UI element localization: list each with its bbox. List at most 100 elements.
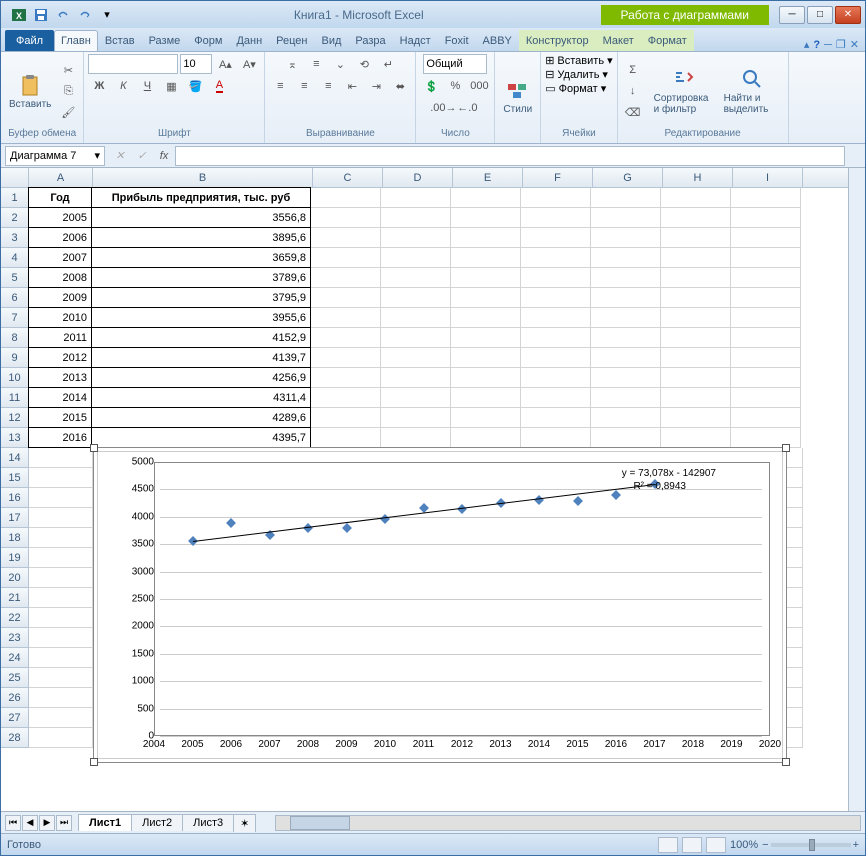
cell[interactable] [311, 188, 381, 208]
cell[interactable] [381, 388, 451, 408]
enter-formula-icon[interactable]: ✓ [131, 146, 153, 166]
rowhead[interactable]: 18 [1, 528, 29, 548]
rowhead[interactable]: 16 [1, 488, 29, 508]
cell[interactable]: 4395,7 [91, 427, 311, 448]
tab-view[interactable]: Вид [315, 30, 349, 51]
rowhead[interactable]: 27 [1, 708, 29, 728]
cell[interactable] [311, 288, 381, 308]
cell[interactable] [311, 408, 381, 428]
ribbon-minimize-icon[interactable]: ▴ [804, 38, 810, 51]
colhead-C[interactable]: C [313, 168, 383, 187]
cell[interactable] [661, 388, 731, 408]
sheet-nav-first-icon[interactable]: ⏮ [5, 815, 21, 831]
chart-handle-nw[interactable] [90, 444, 98, 452]
fill-icon[interactable]: ↓ [622, 81, 644, 101]
cell[interactable] [521, 268, 591, 288]
styles-button[interactable]: Стили [499, 76, 536, 117]
view-normal-icon[interactable] [658, 837, 678, 853]
cell[interactable] [29, 548, 93, 568]
rowhead[interactable]: 20 [1, 568, 29, 588]
cell[interactable] [311, 308, 381, 328]
zoom-thumb[interactable] [809, 839, 815, 851]
cell[interactable] [381, 308, 451, 328]
cell[interactable] [731, 228, 801, 248]
cell[interactable] [521, 288, 591, 308]
tab-chart-format[interactable]: Формат [641, 30, 694, 51]
horizontal-scrollbar[interactable] [275, 815, 861, 831]
view-page-break-icon[interactable] [706, 837, 726, 853]
cell[interactable] [451, 408, 521, 428]
cell[interactable] [29, 728, 93, 748]
cell[interactable] [311, 328, 381, 348]
close-button[interactable]: ✕ [835, 6, 861, 24]
cell[interactable] [451, 268, 521, 288]
cut-icon[interactable]: ✂ [57, 60, 79, 80]
sheet-tab-2[interactable]: Лист2 [131, 814, 183, 831]
cell[interactable] [661, 408, 731, 428]
increase-decimal-icon[interactable]: .00→ [432, 98, 454, 118]
align-middle-icon[interactable]: ≡ [305, 54, 327, 74]
clear-icon[interactable]: ⌫ [622, 102, 644, 122]
zoom-level[interactable]: 100% [730, 839, 758, 851]
cell[interactable] [731, 268, 801, 288]
cell[interactable] [521, 408, 591, 428]
increase-font-icon[interactable]: A▴ [214, 54, 236, 74]
colhead-D[interactable]: D [383, 168, 453, 187]
orientation-icon[interactable]: ⟲ [353, 54, 375, 74]
cell[interactable] [521, 388, 591, 408]
merge-icon[interactable]: ⬌ [389, 76, 411, 96]
cell[interactable] [311, 268, 381, 288]
cell[interactable] [521, 208, 591, 228]
rowhead[interactable]: 1 [1, 188, 29, 208]
cell[interactable] [381, 408, 451, 428]
help-icon[interactable]: ? [813, 39, 820, 51]
cancel-formula-icon[interactable]: ✕ [109, 146, 131, 166]
rowhead[interactable]: 2 [1, 208, 29, 228]
cell[interactable] [29, 588, 93, 608]
cell[interactable] [731, 348, 801, 368]
cell[interactable]: 4139,7 [91, 347, 311, 368]
cell[interactable] [381, 268, 451, 288]
cell[interactable]: 2013 [28, 367, 92, 388]
rowhead[interactable]: 6 [1, 288, 29, 308]
name-box-dropdown-icon[interactable]: ▾ [94, 149, 100, 162]
sheet-tab-1[interactable]: Лист1 [78, 814, 132, 831]
mdi-close-icon[interactable]: ✕ [850, 38, 859, 51]
cell[interactable] [381, 248, 451, 268]
tab-review[interactable]: Рецен [269, 30, 314, 51]
cell[interactable] [29, 528, 93, 548]
rowhead[interactable]: 13 [1, 428, 29, 448]
rowhead[interactable]: 9 [1, 348, 29, 368]
find-select-button[interactable]: Найти и выделить [720, 65, 784, 117]
cell[interactable] [521, 368, 591, 388]
cell[interactable] [521, 348, 591, 368]
tab-file[interactable]: Файл [5, 30, 54, 51]
increase-indent-icon[interactable]: ⇥ [365, 76, 387, 96]
rowhead[interactable]: 15 [1, 468, 29, 488]
cell[interactable] [29, 688, 93, 708]
cell[interactable] [29, 708, 93, 728]
name-box[interactable]: Диаграмма 7▾ [5, 146, 105, 166]
cell[interactable] [29, 448, 93, 468]
decrease-indent-icon[interactable]: ⇤ [341, 76, 363, 96]
format-cells-button[interactable]: ▭Формат ▾ [545, 82, 612, 95]
cell[interactable]: 2012 [28, 347, 92, 368]
cell[interactable] [731, 208, 801, 228]
new-sheet-icon[interactable]: ✶ [233, 814, 256, 832]
cell[interactable]: 3795,9 [91, 287, 311, 308]
zoom-slider[interactable]: − + [762, 839, 859, 851]
chart-handle-sw[interactable] [90, 758, 98, 766]
cell[interactable] [381, 328, 451, 348]
rowhead[interactable]: 23 [1, 628, 29, 648]
decrease-decimal-icon[interactable]: ←.0 [456, 98, 478, 118]
cell[interactable] [591, 228, 661, 248]
percent-icon[interactable]: % [444, 76, 466, 96]
sheet-nav-last-icon[interactable]: ⏭ [56, 815, 72, 831]
cell[interactable]: 3955,6 [91, 307, 311, 328]
cell[interactable] [451, 228, 521, 248]
align-bottom-icon[interactable]: ⌄ [329, 54, 351, 74]
cell[interactable] [381, 208, 451, 228]
cell[interactable] [29, 468, 93, 488]
cell[interactable] [591, 308, 661, 328]
cell[interactable] [661, 308, 731, 328]
